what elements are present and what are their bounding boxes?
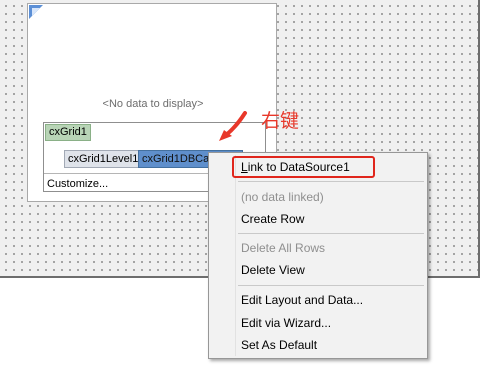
menu-item-set-as-default[interactable]: Set As Default [241, 336, 317, 354]
menu-item-no-data-linked: (no data linked) [241, 190, 324, 204]
customize-button[interactable]: Customize... [47, 177, 108, 191]
grid-root-node[interactable]: cxGrid1 [45, 124, 91, 141]
menu-item-create-row[interactable]: Create Row [241, 210, 304, 228]
menu-item-delete-view[interactable]: Delete View [241, 261, 305, 279]
menu-separator [238, 233, 424, 234]
menu-item-delete-all-rows: Delete All Rows [241, 241, 326, 255]
menu-item-edit-via-wizard[interactable]: Edit via Wizard... [241, 314, 331, 332]
no-data-label: <No data to display> [102, 98, 204, 110]
red-arrow-icon [219, 111, 247, 141]
menu-separator [238, 285, 424, 286]
annotation-right-click-label: 右键 [261, 110, 300, 132]
grid-level-node[interactable]: cxGrid1Level1 [64, 150, 143, 168]
menu-item-edit-layout-and-data[interactable]: Edit Layout and Data... [241, 291, 363, 309]
menu-gutter [235, 155, 236, 356]
context-menu: Link to DataSource1 (no data linked) Cre… [208, 152, 428, 359]
grid-corner-icon[interactable] [29, 5, 43, 19]
menu-separator [238, 181, 424, 182]
annotation-highlight-box [232, 156, 375, 178]
